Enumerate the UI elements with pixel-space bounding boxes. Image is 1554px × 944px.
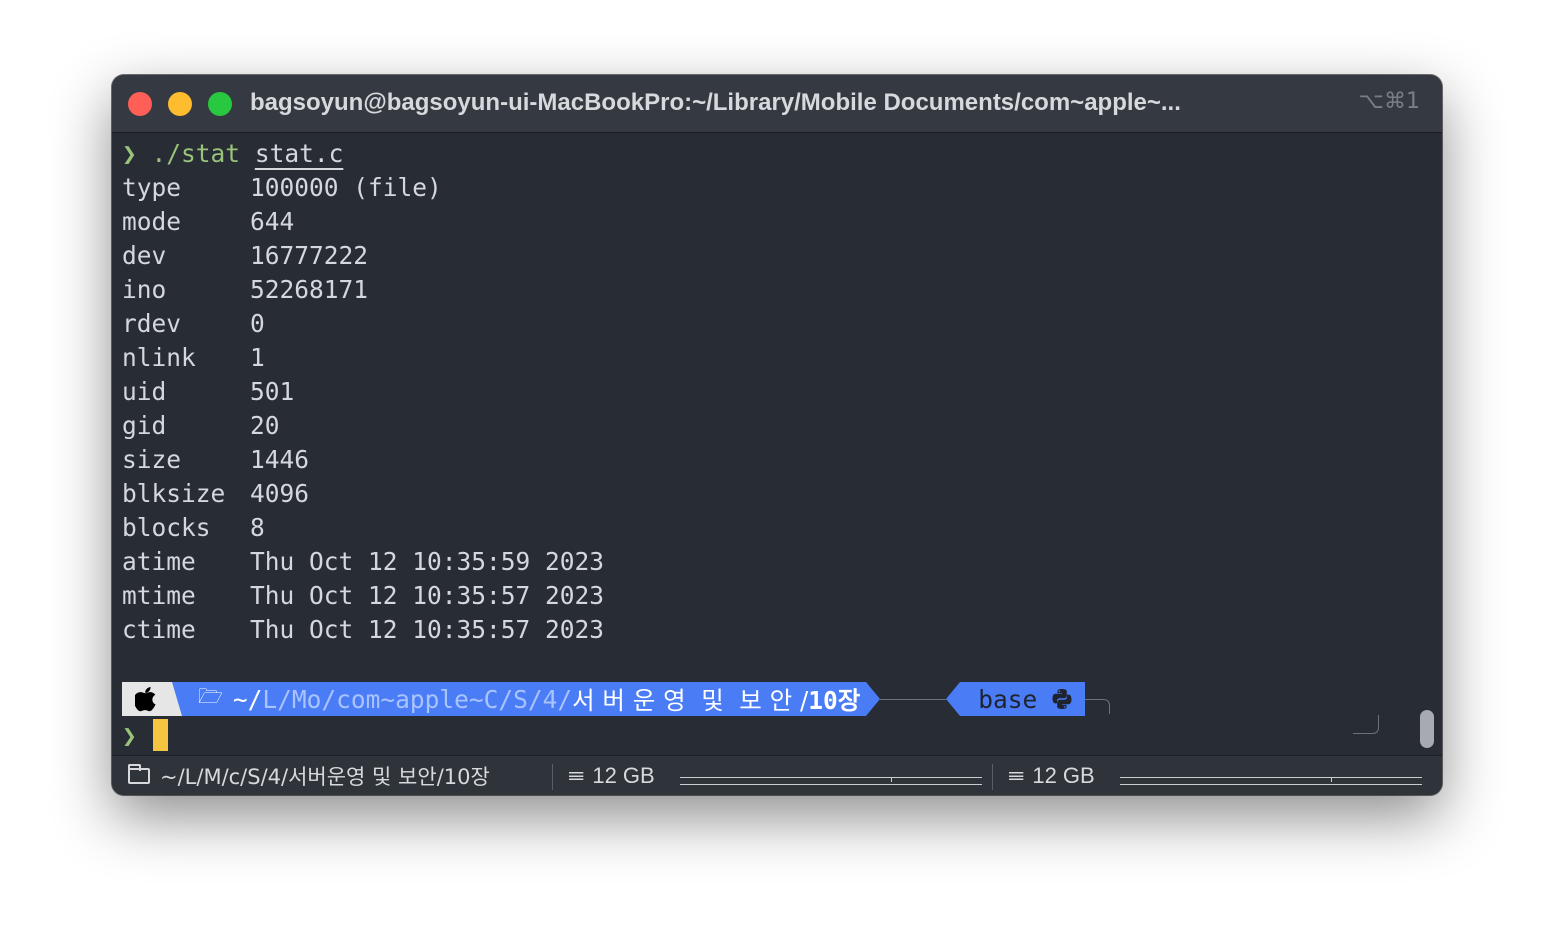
stat-key: mode <box>122 207 182 236</box>
stat-key: type <box>122 173 182 202</box>
terminal-output[interactable]: ❯ ./stat stat.c type 100000 (file) mode 644… <box>122 137 1412 757</box>
prompt-symbol: ❯ <box>122 139 137 168</box>
stat-key: size <box>122 445 182 474</box>
stat-row: ino 52268171 <box>122 273 1412 307</box>
folder-open-icon: 🗁 <box>198 684 223 708</box>
stat-key: blksize <box>122 479 226 508</box>
stat-value: 644 <box>250 207 295 236</box>
path-segments: L/Mo/com~apple~C/S/4/ <box>262 684 573 714</box>
stat-value: 20 <box>250 411 280 440</box>
env-name: base <box>978 684 1038 714</box>
status-divider <box>992 764 993 790</box>
stat-key: nlink <box>122 343 196 372</box>
powerline-separator <box>170 682 188 716</box>
stat-value: 100000 (file) <box>250 173 442 202</box>
stat-value: 1446 <box>250 445 310 474</box>
stat-row: blksize 4096 <box>122 477 1412 511</box>
stat-key: uid <box>122 377 167 406</box>
disk-1-usage-fill <box>680 778 893 782</box>
stat-row: size 1446 <box>122 443 1412 477</box>
status-path-label: ~/L/M/c/S/4/서버운영 및 보안/10장 <box>160 765 490 789</box>
stat-row: rdev 0 <box>122 307 1412 341</box>
stat-key: gid <box>122 411 167 440</box>
terminal-window: bagsoyun@bagsoyun-ui-MacBookPro:~/Librar… <box>112 75 1442 795</box>
close-button[interactable] <box>128 92 152 116</box>
stat-row: type 100000 (file) <box>122 171 1412 205</box>
stat-value: 501 <box>250 377 295 406</box>
right-prompt-corner <box>1353 715 1379 734</box>
stat-key: ino <box>122 275 167 304</box>
path-current: 10장 <box>808 685 861 715</box>
window-title: bagsoyun@bagsoyun-ui-MacBookPro:~/Librar… <box>250 89 1181 116</box>
input-prompt-symbol: ❯ <box>122 720 137 750</box>
stat-key: blocks <box>122 513 211 542</box>
status-bar: ~/L/M/c/S/4/서버운영 및 보안/10장 𝍢 12 GB 𝍢 12 G… <box>112 755 1442 795</box>
stat-row: gid 20 <box>122 409 1412 443</box>
stat-value: 4096 <box>250 479 310 508</box>
path-korean: 서 버 운 영 및 보 안 / <box>572 685 809 715</box>
zoom-button[interactable] <box>208 92 232 116</box>
powerline-path-segment: 🗁 ~/L/Mo/com~apple~C/S/4/서 버 운 영 및 보 안 /1… <box>188 682 867 716</box>
conda-env-segment: base <box>960 682 1086 716</box>
stat-value: 8 <box>250 513 265 542</box>
title-bar[interactable]: bagsoyun@bagsoyun-ui-MacBookPro:~/Librar… <box>112 75 1442 133</box>
stat-value: 52268171 <box>250 275 369 304</box>
stat-row: mode 644 <box>122 205 1412 239</box>
stat-row: atime Thu Oct 12 10:35:59 2023 <box>122 545 1412 579</box>
window-shortcut: ⌥⌘1 <box>1358 89 1420 114</box>
input-line[interactable]: ❯ <box>122 718 168 752</box>
status-disk-2[interactable]: 𝍢 12 GB <box>1008 756 1095 795</box>
stat-key: mtime <box>122 581 196 610</box>
status-path[interactable]: ~/L/M/c/S/4/서버운영 및 보안/10장 <box>128 756 490 795</box>
stat-key: atime <box>122 547 196 576</box>
apple-segment <box>122 682 170 716</box>
scrollbar-thumb[interactable] <box>1420 710 1434 748</box>
stat-value: Thu Oct 12 10:35:57 2023 <box>250 581 605 610</box>
stat-value: 0 <box>250 309 265 338</box>
minimize-button[interactable] <box>168 92 192 116</box>
stat-value: 1 <box>250 343 265 372</box>
text-cursor <box>152 719 168 751</box>
disk-2-usage-bar <box>1120 777 1422 785</box>
stat-value: Thu Oct 12 10:35:57 2023 <box>250 615 605 644</box>
python-icon <box>1052 689 1072 709</box>
command-argument[interactable]: stat.c <box>255 139 344 168</box>
stat-row: nlink 1 <box>122 341 1412 375</box>
command-line: ❯ ./stat stat.c <box>122 137 1412 171</box>
command-text: ./stat <box>151 139 241 168</box>
powerline-tail <box>1085 698 1111 714</box>
disk-2-label: 12 GB <box>1032 763 1095 788</box>
powerline-rule <box>880 698 947 700</box>
powerline-arrow <box>866 682 881 716</box>
path-prefix: ~/ <box>232 684 263 714</box>
stat-row: dev 16777222 <box>122 239 1412 273</box>
stat-value: Thu Oct 12 10:35:59 2023 <box>250 547 605 576</box>
status-divider <box>552 764 553 790</box>
stat-row: blocks 8 <box>122 511 1412 545</box>
powerline-prompt: 🗁 ~/L/Mo/com~apple~C/S/4/서 버 운 영 및 보 안 /1… <box>122 682 1111 716</box>
disk-icon: 𝍢 <box>1008 761 1025 785</box>
stat-row: ctime Thu Oct 12 10:35:57 2023 <box>122 613 1412 647</box>
stat-value: 16777222 <box>250 241 369 270</box>
folder-icon <box>128 764 150 784</box>
disk-1-label: 12 GB <box>592 763 655 788</box>
apple-icon <box>135 687 156 712</box>
stat-key: dev <box>122 241 167 270</box>
stat-row: uid 501 <box>122 375 1412 409</box>
disk-icon: 𝍢 <box>568 761 585 785</box>
stat-row: mtime Thu Oct 12 10:35:57 2023 <box>122 579 1412 613</box>
stat-key: rdev <box>122 309 182 338</box>
status-disk-1[interactable]: 𝍢 12 GB <box>568 756 655 795</box>
disk-1-usage-bar <box>680 777 982 785</box>
disk-2-usage-fill <box>1120 778 1333 782</box>
stat-key: ctime <box>122 615 196 644</box>
powerline-arrow-left <box>946 682 961 716</box>
